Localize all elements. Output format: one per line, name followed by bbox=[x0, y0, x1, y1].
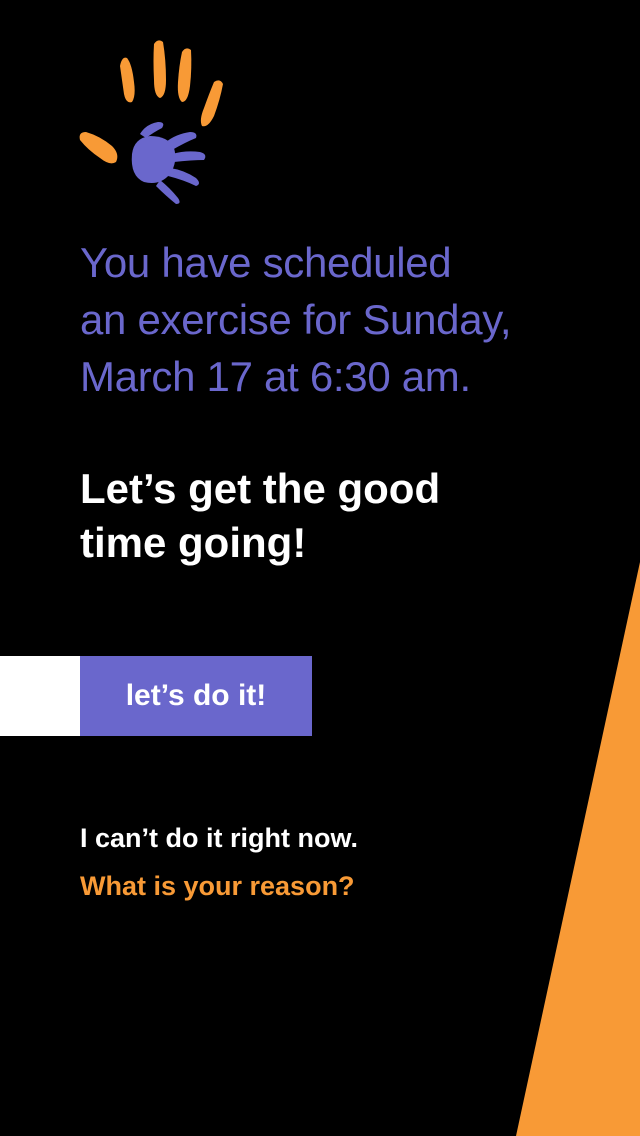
schedule-line-1: You have scheduled bbox=[80, 239, 452, 286]
hands-logo-icon bbox=[79, 40, 223, 204]
schedule-line-3: March 17 at 6:30 am. bbox=[80, 353, 471, 400]
button-accent-block bbox=[0, 656, 80, 736]
schedule-line-2: an exercise for Sunday, bbox=[80, 296, 512, 343]
exercise-reminder-screen: You have scheduled an exercise for Sunda… bbox=[0, 0, 640, 1136]
decline-text: I can’t do it right now. bbox=[80, 823, 358, 853]
motivation-heading: Let’s get the good time going! bbox=[80, 462, 580, 570]
motivation-line-1: Let’s get the good bbox=[80, 465, 441, 512]
lets-do-it-button[interactable]: let’s do it! bbox=[80, 656, 312, 736]
motivation-line-2: time going! bbox=[80, 519, 307, 566]
schedule-message: You have scheduled an exercise for Sunda… bbox=[80, 234, 610, 405]
give-reason-link[interactable]: What is your reason? bbox=[80, 868, 355, 904]
